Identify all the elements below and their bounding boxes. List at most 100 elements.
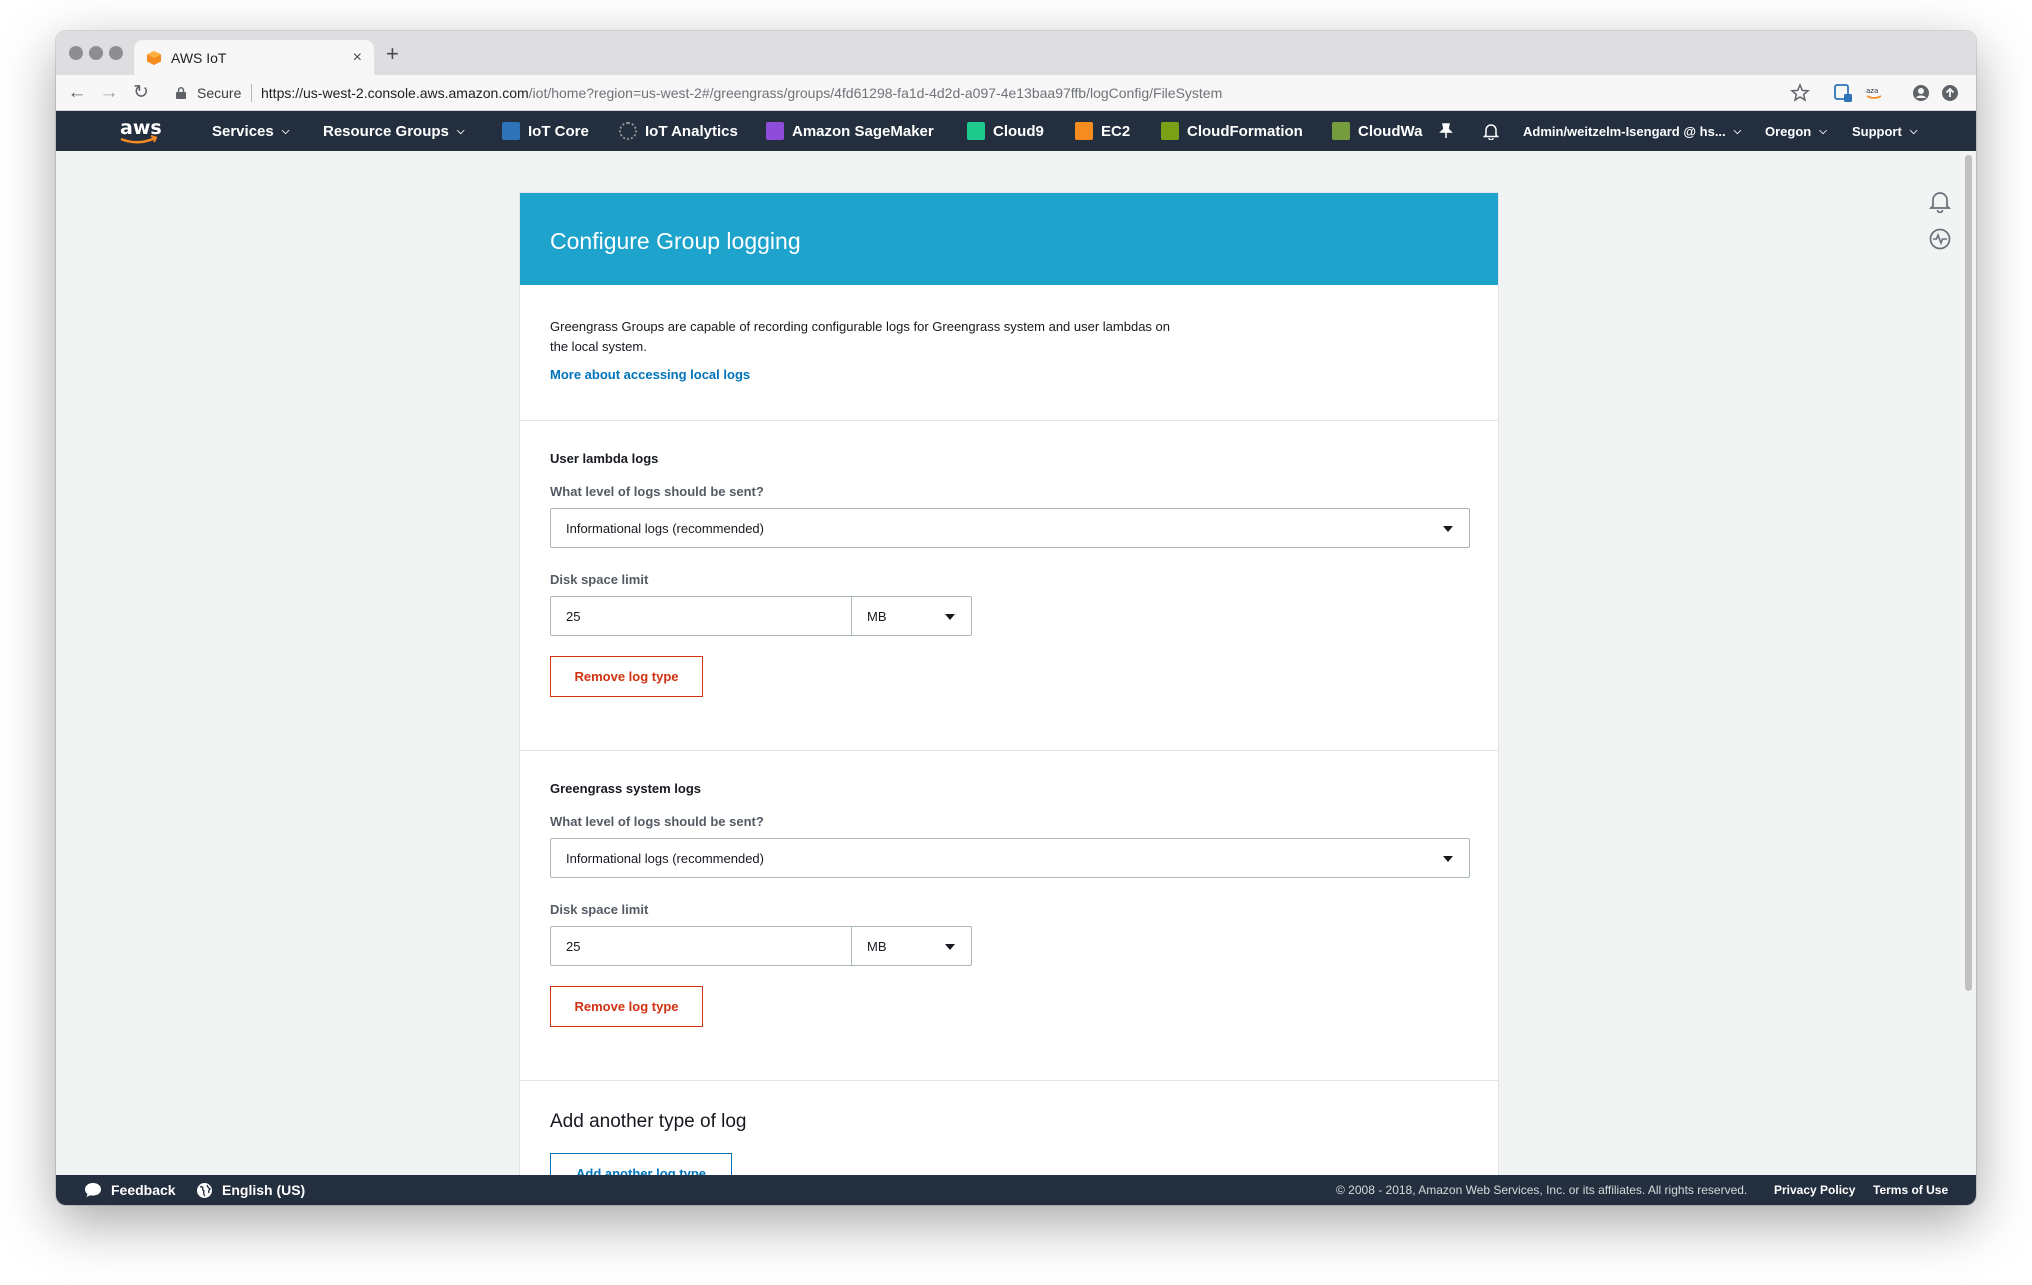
sagemaker-icon [766,122,784,140]
account-menu[interactable]: Admin/weitzelm-Isengard @ hs... ⌵ [1523,111,1741,151]
notification-bell-icon[interactable] [1928,189,1952,213]
ec2-label: EC2 [1101,122,1131,140]
tab-close-icon[interactable]: × [353,49,362,67]
log-level-value: Informational logs (recommended) [566,850,764,866]
disk-unit-select[interactable]: MB [852,596,972,636]
log-level-select[interactable]: Informational logs (recommended) [550,838,1470,878]
amazon-assistant-icon[interactable]: aza [1864,83,1884,103]
shortcut-cloudwatch[interactable]: CloudWa [1332,111,1422,151]
more-about-logs-link[interactable]: More about accessing local logs [550,367,1468,382]
dropdown-caret-icon [945,614,955,620]
secure-indicator[interactable]: Secure [176,85,241,101]
page-content: Configure Group logging Greengrass Group… [56,151,1976,1175]
resource-groups-label: Resource Groups [323,122,449,140]
forward-arrow-icon[interactable]: → [98,82,120,104]
chevron-down-icon: ⌵ [1909,125,1918,137]
disk-space-input[interactable]: 25 [550,926,852,966]
profile-icon[interactable] [1911,83,1931,103]
pin-icon[interactable] [1439,111,1453,151]
shortcut-sagemaker[interactable]: Amazon SageMaker [766,111,934,151]
chevron-down-icon: ⌵ [456,125,465,137]
cloudformation-label: CloudFormation [1187,122,1303,140]
iot-analytics-label: IoT Analytics [645,122,738,140]
disk-space-row: 25 MB [550,926,1468,966]
chevron-down-icon: ⌵ [1819,125,1827,137]
log-level-label: What level of logs should be sent? [550,484,764,499]
tab-strip: AWS IoT × + [56,31,1976,75]
browser-toolbar: ← → ↻ Secure https://us-west-2.console.a… [56,75,1976,111]
region-menu[interactable]: Oregon ⌵ [1765,111,1827,151]
aws-logo-icon[interactable]: aws [116,115,162,147]
health-status-icon[interactable] [1928,227,1952,251]
remove-log-type-button[interactable]: Remove log type [550,986,703,1027]
address-separator [251,84,252,102]
disk-unit-value: MB [867,938,887,954]
scrollbar-thumb[interactable] [1965,155,1972,991]
user-lambda-logs-section: User lambda logs What level of logs shou… [520,421,1498,751]
new-tab-button[interactable]: + [386,41,399,67]
shortcut-iot-analytics[interactable]: IoT Analytics [619,111,738,151]
menu-update-icon[interactable] [1940,83,1960,103]
cloud9-icon [967,122,985,140]
feedback-button[interactable]: Feedback [84,1175,176,1205]
ec2-icon [1075,122,1093,140]
add-another-log-type-button[interactable]: Add another log type [550,1153,732,1175]
intro-text: Greengrass Groups are capable of recordi… [550,319,1170,354]
globe-icon [197,1182,212,1198]
shortcut-ec2[interactable]: EC2 [1075,111,1130,151]
resource-groups-menu[interactable]: Resource Groups ⌵ [323,111,464,151]
account-label: Admin/weitzelm-Isengard @ hs... [1523,123,1726,139]
scrollbar[interactable] [1960,151,1976,1175]
iot-analytics-icon [619,122,637,140]
aws-favicon-icon [147,50,161,65]
shortcut-cloud9[interactable]: Cloud9 [967,111,1044,151]
disk-space-label: Disk space limit [550,902,649,917]
svg-text:aws: aws [120,117,162,139]
panel-title: Configure Group logging [520,193,1498,285]
language-label: English (US) [222,1182,306,1198]
section-title: User lambda logs [550,451,659,466]
console-footer: Feedback English (US) © 2008 - 2018, Ama… [56,1175,1976,1205]
browser-tab[interactable]: AWS IoT × [134,40,374,75]
zoom-window-button[interactable] [109,46,123,60]
iot-core-label: IoT Core [528,122,589,140]
secure-label: Secure [197,85,242,101]
iot-core-icon [502,122,520,140]
close-window-button[interactable] [69,46,83,60]
feedback-label: Feedback [111,1182,176,1198]
log-level-select[interactable]: Informational logs (recommended) [550,508,1470,548]
disk-space-input[interactable]: 25 [550,596,852,636]
language-selector[interactable]: English (US) [196,1175,305,1205]
extension-badge-icon[interactable] [1833,83,1853,103]
lock-icon [176,87,186,99]
minimize-window-button[interactable] [89,46,103,60]
notifications-bell-icon[interactable] [1483,111,1499,151]
disk-unit-select[interactable]: MB [852,926,972,966]
address-bar[interactable]: https://us-west-2.console.aws.amazon.com… [261,85,1222,101]
privacy-policy-link[interactable]: Privacy Policy [1774,1175,1855,1205]
shortcut-iot-core[interactable]: IoT Core [502,111,589,151]
shortcut-cloudformation[interactable]: CloudFormation [1161,111,1303,151]
back-arrow-icon[interactable]: ← [66,82,88,104]
log-level-value: Informational logs (recommended) [566,520,764,536]
support-menu[interactable]: Support ⌵ [1852,111,1917,151]
support-label: Support [1852,123,1902,139]
add-log-type-section: Add another type of log Add another log … [520,1081,1498,1175]
group-logging-panel: Configure Group logging Greengrass Group… [519,192,1499,1175]
cloud9-label: Cloud9 [993,122,1044,140]
cloudwatch-label: CloudWa [1358,122,1423,140]
remove-log-type-button[interactable]: Remove log type [550,656,703,697]
add-log-title: Add another type of log [550,1111,747,1132]
url-host: https://us-west-2.console.aws.amazon.com [261,85,529,101]
services-menu[interactable]: Services ⌵ [212,111,289,151]
section-title: Greengrass system logs [550,781,702,796]
disk-space-row: 25 MB [550,596,1468,636]
bookmark-star-icon[interactable] [1790,83,1810,103]
log-level-label: What level of logs should be sent? [550,814,764,829]
disk-space-label: Disk space limit [550,572,649,587]
terms-of-use-link[interactable]: Terms of Use [1873,1175,1948,1205]
copyright-text: © 2008 - 2018, Amazon Web Services, Inc.… [1336,1183,1748,1197]
dropdown-caret-icon [1443,856,1453,862]
reload-icon[interactable]: ↻ [130,82,152,104]
chevron-down-icon: ⌵ [281,125,290,137]
